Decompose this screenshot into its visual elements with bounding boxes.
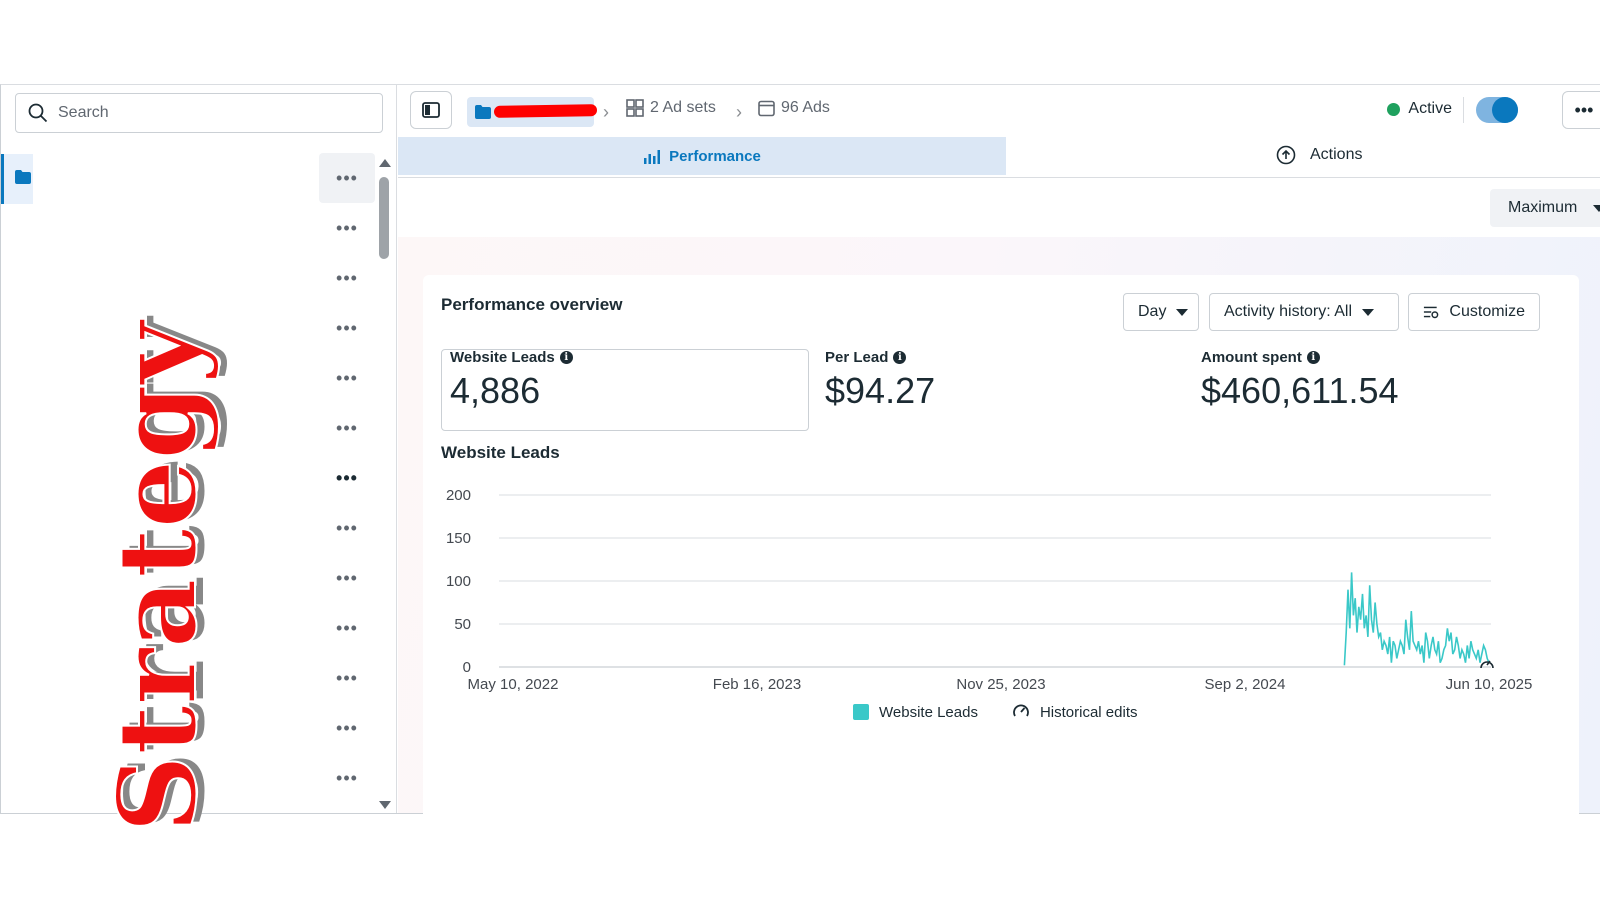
y-tick-label: 200 xyxy=(446,487,471,504)
more-options-icon[interactable]: ••• xyxy=(319,703,375,753)
metric-label: Per Lead xyxy=(825,349,889,366)
redaction-mark xyxy=(493,104,598,118)
customize-button[interactable]: Customize xyxy=(1408,293,1540,331)
more-options-icon[interactable]: ••• xyxy=(319,503,375,553)
campaign-list-panel: ••• ••• ••• ••• ••• ••• ••• ••• ••• ••• … xyxy=(1,85,397,834)
panel-toggle-button[interactable] xyxy=(410,91,452,129)
activity-history-value: Activity history: All xyxy=(1224,303,1353,320)
campaign-on-off-toggle[interactable] xyxy=(1476,97,1518,123)
legend-label: Website Leads xyxy=(879,703,978,721)
breadcrumb-ad-sets[interactable]: 2 Ad sets xyxy=(626,99,716,117)
info-icon[interactable]: i xyxy=(893,351,907,364)
search-icon xyxy=(28,103,48,123)
legend-label: Historical edits xyxy=(1039,703,1138,721)
bar-chart-icon xyxy=(644,150,661,164)
divider xyxy=(1463,97,1464,123)
chevron-right-icon: › xyxy=(736,102,742,122)
period-select-value: Day xyxy=(1138,303,1167,320)
performance-overview-card: Performance overview Day Activity histor… xyxy=(423,275,1579,815)
breadcrumb-ads[interactable]: 96 Ads xyxy=(758,99,830,117)
more-options-icon[interactable]: ••• xyxy=(319,253,375,303)
sidebar-toggle-icon xyxy=(422,102,440,118)
legend-swatch xyxy=(853,704,869,720)
more-options-icon[interactable]: ••• xyxy=(319,603,375,653)
caret-down-icon xyxy=(1593,204,1600,212)
row-actions-column: ••• ••• ••• ••• ••• ••• ••• ••• ••• ••• … xyxy=(319,153,375,803)
more-options-icon[interactable]: ••• xyxy=(319,653,375,703)
y-tick-label: 50 xyxy=(454,616,471,633)
chevron-right-icon: › xyxy=(603,102,609,122)
more-options-button[interactable]: ••• xyxy=(1562,91,1600,129)
y-tick-label: 150 xyxy=(446,530,471,547)
more-options-icon[interactable]: ••• xyxy=(319,153,375,203)
list-scrollbar[interactable] xyxy=(379,159,391,809)
customize-icon xyxy=(1423,306,1439,319)
tab-performance-label: Performance xyxy=(669,147,761,165)
y-tick-label: 100 xyxy=(446,573,471,590)
actions-icon xyxy=(1276,145,1296,165)
search-input[interactable] xyxy=(56,103,360,123)
metric-per-lead[interactable]: Per Lead i $94.27 xyxy=(825,349,935,412)
scroll-down-arrow-icon[interactable] xyxy=(379,801,391,809)
info-icon[interactable]: i xyxy=(559,351,573,364)
metric-amount-spent[interactable]: Amount spent i $460,611.54 xyxy=(1201,349,1399,412)
delivery-status: Active xyxy=(1387,100,1452,118)
breadcrumb-ad-sets-label: 2 Ad sets xyxy=(650,99,716,116)
more-options-icon[interactable]: ••• xyxy=(319,453,375,503)
status-dot-icon xyxy=(1387,102,1401,116)
scrollbar-thumb[interactable] xyxy=(379,177,389,259)
breadcrumb-ads-label: 96 Ads xyxy=(781,99,830,116)
card-title: Performance overview xyxy=(441,295,623,314)
tab-actions[interactable]: Actions xyxy=(1276,145,1362,165)
strategy-text: Strategy xyxy=(111,318,221,833)
series-line-website-leads[interactable] xyxy=(1343,572,1490,666)
more-options-icon[interactable]: ••• xyxy=(319,553,375,603)
info-icon[interactable]: i xyxy=(1306,351,1320,364)
grid-icon xyxy=(626,99,644,117)
status-label: Active xyxy=(1408,100,1452,117)
scroll-up-arrow-icon[interactable] xyxy=(379,159,391,167)
folder-icon xyxy=(475,105,491,119)
more-options-icon[interactable]: ••• xyxy=(319,403,375,453)
metric-value: 4,886 xyxy=(450,370,541,411)
strategy-overlay-text: Strategy Strategy xyxy=(111,315,229,834)
ad-icon xyxy=(758,100,775,116)
legend-item-historical-edits[interactable]: Historical edits xyxy=(1012,703,1138,721)
caret-down-icon xyxy=(1362,308,1375,316)
period-select[interactable]: Day xyxy=(1123,293,1199,331)
metric-label: Website Leads xyxy=(450,349,555,366)
toggle-knob xyxy=(1492,97,1518,123)
chart-title: Website Leads xyxy=(441,443,560,462)
x-tick-label: May 10, 2022 xyxy=(468,676,559,693)
search-box[interactable] xyxy=(15,93,383,133)
metric-label: Amount spent xyxy=(1201,349,1302,366)
metric-website-leads[interactable]: Website Leads i 4,886 xyxy=(450,349,573,412)
x-tick-label: Feb 16, 2023 xyxy=(713,676,801,693)
attribution-select[interactable]: Maximum xyxy=(1490,189,1600,227)
folder-icon xyxy=(15,170,31,184)
activity-history-select[interactable]: Activity history: All xyxy=(1209,293,1399,331)
more-options-icon[interactable]: ••• xyxy=(319,353,375,403)
more-options-icon[interactable]: ••• xyxy=(319,203,375,253)
tab-actions-label: Actions xyxy=(1310,146,1363,163)
x-tick-label: Sep 2, 2024 xyxy=(1205,676,1286,693)
metric-value: $460,611.54 xyxy=(1201,370,1399,411)
x-tick-label: Nov 25, 2023 xyxy=(956,676,1045,693)
legend-item-website-leads[interactable]: Website Leads xyxy=(853,704,978,721)
y-tick-label: 0 xyxy=(463,659,471,676)
attribution-select-value: Maximum xyxy=(1508,199,1578,216)
detail-tabs: Performance Actions xyxy=(398,137,1600,178)
website-leads-chart: 200 150 100 50 0May 10, 2022 Feb 16, 2023 Nov … xyxy=(446,487,1533,693)
more-options-icon[interactable]: ••• xyxy=(319,303,375,353)
ads-manager-window: ••• ••• ••• ••• ••• ••• ••• ••• ••• ••• … xyxy=(0,84,1600,834)
x-tick-label: Jun 10, 2025 xyxy=(1446,676,1533,693)
caret-down-icon xyxy=(1176,308,1189,316)
top-bar: › 2 Ad sets › 96 Ads Active ••• xyxy=(398,85,1600,137)
more-options-icon[interactable]: ••• xyxy=(319,753,375,803)
chart-legend: Website Leads Historical edits xyxy=(853,703,1137,721)
metric-value: $94.27 xyxy=(825,370,936,411)
historical-edits-icon xyxy=(1013,704,1029,717)
tab-performance[interactable]: Performance xyxy=(398,137,1006,175)
customize-label: Customize xyxy=(1449,303,1525,320)
